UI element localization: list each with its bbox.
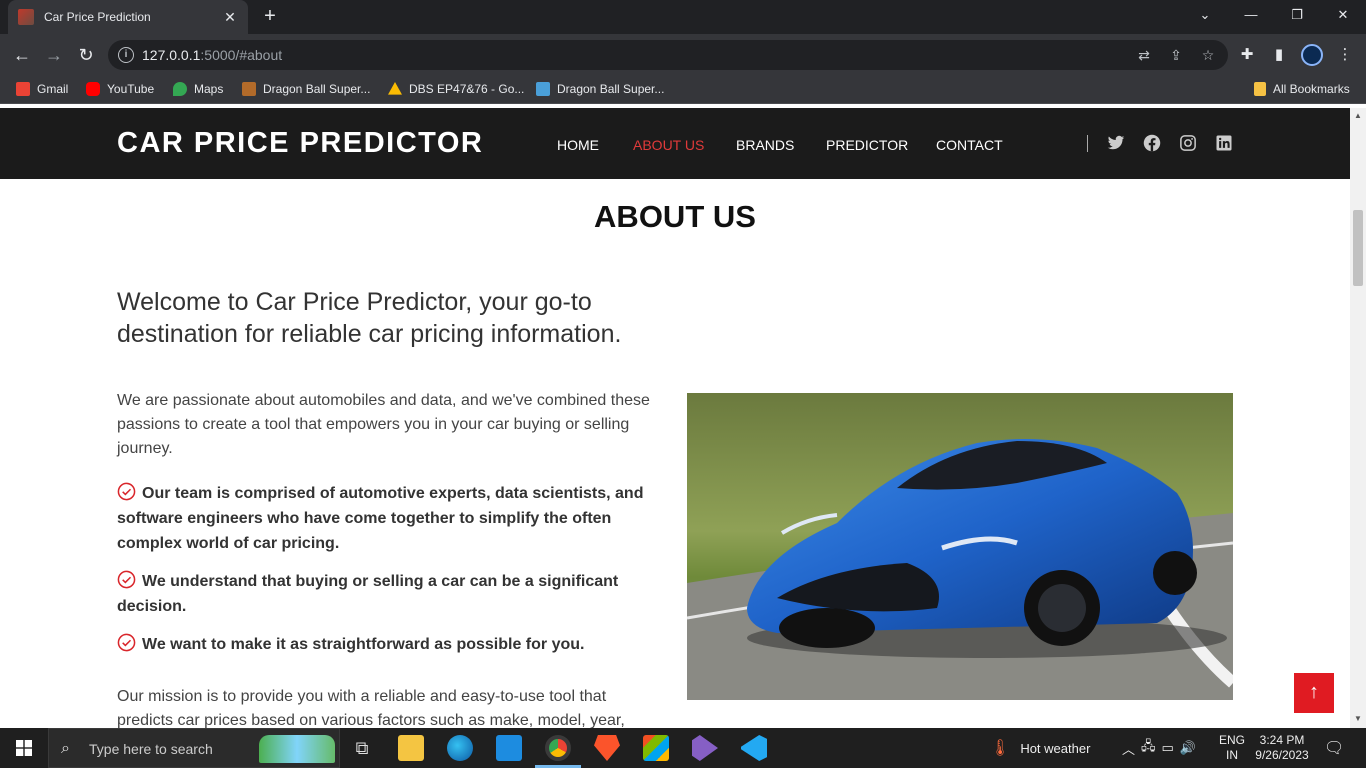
browser-tab-active[interactable]: Car Price Prediction ✕ [8, 0, 248, 34]
windows-taskbar: ⌕ Type here to search ⧉ 🌡 Hot weather ︿ 🖧… [0, 728, 1366, 768]
nav-about-us[interactable]: ABOUT US [633, 137, 704, 153]
language-indicator[interactable]: ENG IN [1219, 728, 1245, 768]
about-point-straightforward: We want to make it as straightforward as… [117, 632, 657, 657]
search-icon: ⌕ [61, 740, 70, 757]
about-section-title: ABOUT US [594, 199, 756, 234]
search-highlight-image [259, 735, 335, 763]
site-favicon-icon [18, 9, 34, 25]
network-icon[interactable]: 🖧 [1141, 737, 1162, 759]
file-explorer-icon[interactable] [398, 735, 424, 761]
instagram-icon[interactable] [1179, 134, 1197, 152]
scroll-down-icon[interactable]: ▼ [1353, 714, 1363, 724]
notifications-icon[interactable]: 🗨 [1324, 728, 1344, 768]
site-logo[interactable]: CAR PRICE PREDICTOR [117, 127, 483, 160]
new-tab-button[interactable]: + [258, 5, 282, 29]
system-tray-icons[interactable]: ︿ 🖧 ▭ 🔊 [1122, 728, 1202, 768]
language-code: ENG [1219, 733, 1246, 747]
gmail-icon [16, 82, 30, 96]
bookmark-gmail[interactable]: Gmail [16, 82, 68, 96]
volume-icon[interactable]: 🔊 [1180, 740, 1202, 756]
facebook-icon[interactable] [1143, 134, 1161, 152]
maps-pin-icon [173, 82, 187, 96]
side-panel-icon[interactable]: ▮ [1269, 45, 1289, 65]
clock-date: 9/26/2023 [1255, 748, 1309, 762]
thermometer-icon: 🌡 [990, 740, 1011, 757]
tab-search-icon[interactable]: ⌄ [1182, 0, 1228, 30]
windows-start-icon[interactable] [16, 740, 32, 756]
forward-arrow-icon[interactable]: → [41, 42, 67, 68]
scroll-up-icon[interactable]: ▲ [1353, 111, 1363, 121]
nav-contact[interactable]: CONTACT [936, 137, 1003, 153]
clock-time: 3:24 PM [1259, 733, 1305, 747]
taskbar-search-box[interactable]: ⌕ Type here to search [48, 728, 340, 768]
restore-button[interactable]: ❐ [1274, 0, 1320, 30]
battery-icon[interactable]: ▭ [1162, 740, 1180, 756]
check-circle-icon [117, 482, 136, 501]
google-drive-icon [388, 82, 402, 95]
about-point-decision: We understand that buying or selling a c… [117, 569, 657, 619]
extensions-icon[interactable]: ✚ [1237, 45, 1257, 65]
page-scrollbar[interactable]: ▲ ▼ [1350, 108, 1366, 728]
microsoft-store-icon[interactable] [643, 735, 669, 761]
about-intro-paragraph: We are passionate about automobiles and … [117, 392, 650, 457]
tab-close-icon[interactable]: ✕ [222, 9, 238, 26]
weather-text: Hot weather [1020, 740, 1091, 756]
edge-browser-icon[interactable] [447, 735, 473, 761]
minimize-button[interactable]: — [1228, 0, 1274, 30]
weather-widget[interactable]: 🌡 Hot weather [990, 728, 1090, 768]
dragon-ball-favicon-icon [242, 82, 256, 96]
check-circle-icon [117, 633, 136, 652]
close-window-button[interactable]: ✕ [1320, 0, 1366, 30]
youtube-icon [86, 82, 100, 96]
taskbar-search-placeholder: Type here to search [89, 741, 213, 757]
browser-toolbar: ← → ↻ i 127.0.0.1:5000/#about ⇄ ⇪ ☆ ✚ ▮ … [0, 34, 1366, 76]
bookmark-dragon-ball-2[interactable]: Dragon Ball Super... [536, 82, 664, 96]
tab-title: Car Price Prediction [44, 10, 151, 24]
bookmark-star-icon[interactable]: ☆ [1199, 46, 1217, 64]
bookmark-youtube[interactable]: YouTube [86, 82, 154, 96]
browser-tab-strip: Car Price Prediction ✕ + ⌄ — ❐ ✕ [0, 0, 1366, 34]
address-bar[interactable]: i 127.0.0.1:5000/#about ⇄ ⇪ ☆ [108, 40, 1228, 70]
linkedin-icon[interactable] [1215, 134, 1233, 152]
profile-avatar[interactable] [1301, 44, 1323, 66]
bookmark-dbs-drive[interactable]: DBS EP47&76 - Go... [388, 82, 524, 96]
site-header: CAR PRICE PREDICTOR HOME ABOUT US BRANDS… [0, 108, 1350, 179]
twitter-icon[interactable] [1107, 134, 1125, 152]
sports-car-image [687, 393, 1233, 700]
back-arrow-icon[interactable]: ← [9, 42, 35, 68]
dragon-ball-favicon-icon [536, 82, 550, 96]
nav-predictor[interactable]: PREDICTOR [826, 137, 908, 153]
back-to-top-button[interactable]: ↑ [1294, 673, 1334, 713]
all-bookmarks-folder[interactable]: All Bookmarks [1254, 82, 1350, 96]
bookmark-maps[interactable]: Maps [173, 82, 223, 96]
menu-dots-icon[interactable]: ⋮ [1335, 45, 1355, 65]
bookmark-dragon-ball-1[interactable]: Dragon Ball Super... [242, 82, 370, 96]
url-text[interactable]: 127.0.0.1:5000/#about [142, 47, 282, 63]
brave-browser-icon[interactable] [594, 735, 620, 761]
about-mission-paragraph: Our mission is to provide you with a rel… [117, 688, 625, 728]
chrome-icon[interactable] [545, 735, 571, 761]
mail-icon[interactable] [496, 735, 522, 761]
nav-divider [1087, 135, 1088, 152]
visual-studio-icon[interactable] [692, 735, 718, 761]
about-lead-heading: Welcome to Car Price Predictor, your go-… [117, 288, 622, 348]
site-info-icon[interactable]: i [118, 47, 134, 63]
scrollbar-thumb[interactable] [1353, 210, 1363, 286]
nav-brands[interactable]: BRANDS [736, 137, 794, 153]
about-point-team: Our team is comprised of automotive expe… [117, 481, 657, 556]
web-page: CAR PRICE PREDICTOR HOME ABOUT US BRANDS… [0, 108, 1350, 728]
region-code: IN [1226, 748, 1238, 762]
clock[interactable]: 3:24 PM 9/26/2023 [1254, 728, 1310, 768]
task-view-icon[interactable]: ⧉ [349, 735, 375, 761]
check-circle-icon [117, 570, 136, 589]
reload-icon[interactable]: ↻ [73, 42, 99, 68]
share-icon[interactable]: ⇪ [1167, 46, 1185, 64]
chevron-up-icon[interactable]: ︿ [1122, 739, 1141, 758]
vscode-icon[interactable] [741, 735, 767, 761]
translate-icon[interactable]: ⇄ [1135, 46, 1153, 64]
folder-icon [1254, 82, 1266, 96]
bookmarks-bar: Gmail YouTube Maps Dragon Ball Super... … [0, 76, 1366, 104]
nav-home[interactable]: HOME [557, 137, 599, 153]
